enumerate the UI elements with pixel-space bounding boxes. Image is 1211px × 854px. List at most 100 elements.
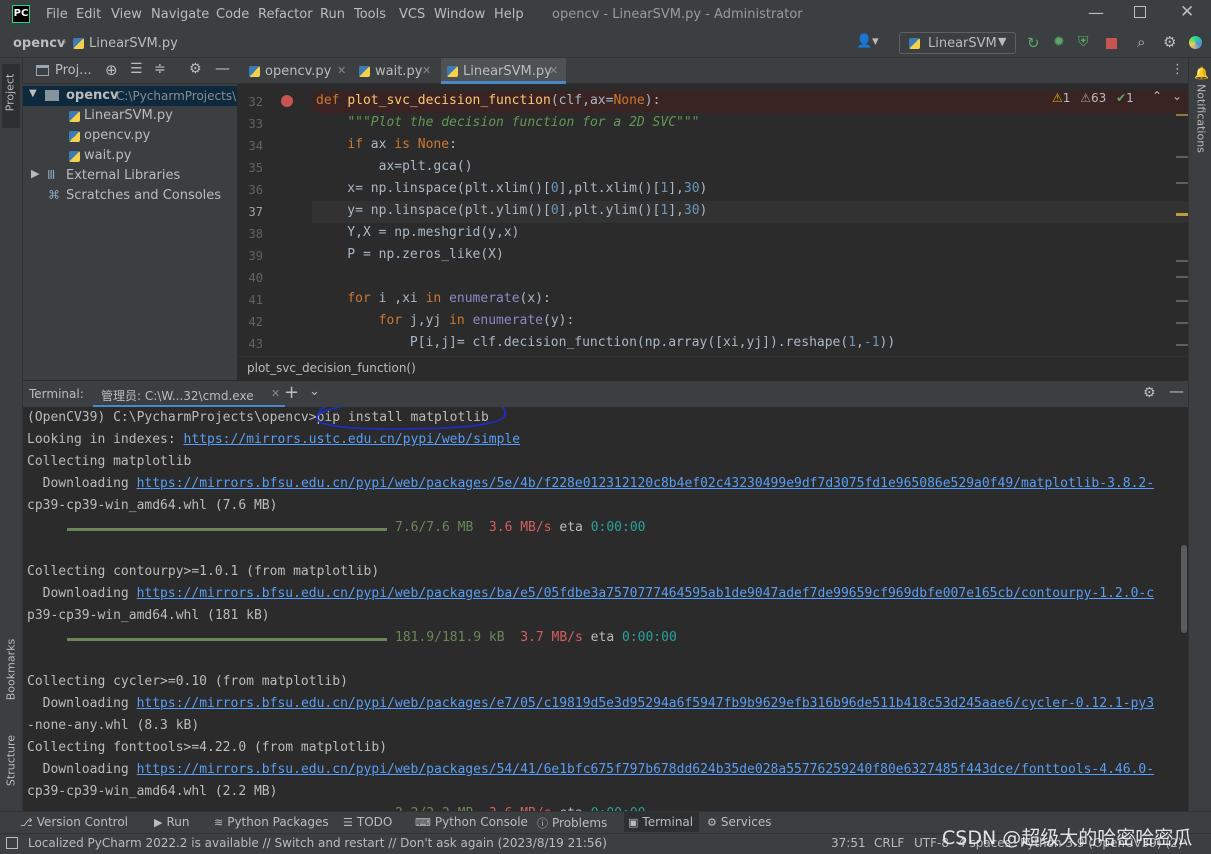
menu-code[interactable]: Code (216, 7, 249, 22)
tool-tab-terminal[interactable]: ▣ Terminal (624, 812, 700, 832)
download-line-cont: p39-cp39-win_amd64.whl (181 kB) (27, 608, 270, 623)
minimize-button[interactable]: — (1088, 3, 1104, 22)
menu-tools[interactable]: Tools (354, 7, 386, 22)
coverage-icon[interactable]: ⛨ (1078, 34, 1089, 50)
download-url-link[interactable]: https://mirrors.bfsu.edu.cn/pypi/web/pac… (137, 696, 1154, 711)
bookmarks-tool-button[interactable]: Bookmarks (0, 633, 22, 713)
terminal-output[interactable]: (OpenCV39) C:\PycharmProjects\opencv>pip… (23, 407, 1188, 811)
terminal-session-tab[interactable]: 管理员: C:\W...32\cmd.exe ✕ (93, 381, 285, 407)
progress-info: 7.6/7.6 MB 3.6 MB/s eta 0:00:00 (395, 520, 645, 535)
python-packages-icon: ≋ (214, 816, 224, 829)
terminal-scrollbar-thumb[interactable] (1181, 545, 1187, 633)
tree-file-label: wait.py (84, 148, 132, 163)
status-message[interactable]: Localized PyCharm 2022.2 is available //… (28, 836, 607, 850)
project-tool-window-button[interactable]: Project (2, 64, 20, 128)
tool-tab-python-packages[interactable]: ≋ Python Packages (214, 815, 329, 829)
tree-file-item[interactable]: opencv.py (23, 126, 237, 146)
terminal-hide-icon[interactable]: — (1169, 382, 1184, 400)
tool-tab-version-control[interactable]: ⎇ Version Control (20, 815, 128, 829)
rerun-icon[interactable]: ↻ (1027, 34, 1040, 52)
menu-refactor[interactable]: Refactor (258, 7, 313, 22)
tool-tab-todo[interactable]: ☰ TODO (343, 815, 392, 829)
weak-warnings-count: 63 (1091, 91, 1107, 105)
user-icon[interactable]: 👤▾ (856, 34, 879, 49)
next-highlight-chevron-icon[interactable]: ⌄ (1172, 89, 1182, 103)
code-line: """Plot the decision function for a 2D S… (347, 115, 700, 130)
close-tab-icon[interactable]: ✕ (422, 64, 431, 77)
tool-tab-services[interactable]: ⚙ Services (707, 815, 771, 829)
search-icon[interactable]: ⌕ (1137, 33, 1145, 51)
terminal-label: Terminal: (29, 387, 84, 401)
close-tab-icon[interactable]: ✕ (271, 387, 280, 400)
close-tab-icon[interactable]: ✕ (549, 64, 558, 77)
download-line: Downloading https://mirrors.bfsu.edu.cn/… (27, 586, 1154, 601)
status-expand-icon[interactable] (6, 837, 18, 849)
close-tab-icon[interactable]: ✕ (337, 64, 346, 77)
stop-icon[interactable] (1106, 38, 1117, 49)
menu-run[interactable]: Run (320, 7, 345, 22)
jetbrains-logo-icon[interactable] (1189, 36, 1202, 49)
code-breadcrumb[interactable]: plot_svc_decision_function() (237, 356, 1188, 380)
terminal-gear-icon[interactable]: ⚙ (1143, 385, 1156, 401)
download-url-link[interactable]: https://mirrors.bfsu.edu.cn/pypi/web/pac… (137, 586, 1154, 601)
download-url-link[interactable]: https://mirrors.bfsu.edu.cn/pypi/web/pac… (137, 476, 1154, 491)
external-libraries-item[interactable]: ▶ Ⅲ External Libraries (23, 166, 237, 186)
tree-file-item[interactable]: wait.py (23, 146, 237, 166)
previous-highlight-chevron-icon[interactable]: ⌃ (1152, 89, 1162, 103)
breadcrumb-project[interactable]: opencv (13, 36, 66, 51)
tree-root[interactable]: ▼ opencv C:\PycharmProjects\o (23, 86, 237, 106)
menu-window[interactable]: Window (434, 7, 485, 22)
collapsed-arrow-icon[interactable]: ▶ (31, 167, 39, 180)
hand-drawn-highlight-circle (316, 407, 506, 430)
new-terminal-plus-icon[interactable]: + (284, 382, 299, 403)
panel-gear-icon[interactable]: ⚙ (189, 61, 202, 77)
download-url-link[interactable]: https://mirrors.bfsu.edu.cn/pypi/web/pac… (137, 762, 1154, 777)
scratches-item[interactable]: ⌘ Scratches and Consoles (23, 186, 237, 206)
tool-tab-python-console[interactable]: ⌨ Python Console (415, 815, 528, 829)
project-panel-title[interactable]: Proj... (55, 63, 92, 78)
tool-tab-problems[interactable]: ⓘ Problems (537, 815, 607, 831)
python-console-icon: ⌨ (415, 816, 431, 829)
progress-bar (67, 528, 387, 531)
expand-arrow-icon[interactable]: ▼ (29, 88, 37, 99)
editor-more-icon[interactable]: ⋮ (1171, 62, 1184, 77)
breakpoint-icon[interactable] (281, 95, 293, 107)
tab-linearsvm-active[interactable]: LinearSVM.py ✕ (441, 58, 566, 84)
tree-file-label: LinearSVM.py (84, 108, 173, 123)
locate-target-icon[interactable]: ⊕ (105, 61, 118, 79)
collapse-all-icon[interactable]: ≑ (154, 61, 166, 77)
menu-vcs[interactable]: VCS (399, 7, 425, 22)
menu-view[interactable]: View (111, 7, 142, 22)
terminal-dropdown-chevron-icon[interactable]: ⌄ (309, 384, 320, 399)
panel-hide-icon[interactable]: — (215, 59, 230, 77)
close-window-button[interactable]: ✕ (1180, 2, 1194, 22)
breadcrumb-function[interactable]: plot_svc_decision_function() (247, 361, 416, 375)
menu-navigate[interactable]: Navigate (151, 7, 209, 22)
notifications-strip-label[interactable]: Notifications (1195, 75, 1208, 163)
maximize-button[interactable] (1134, 6, 1146, 18)
expand-all-icon[interactable]: ☰ (130, 61, 143, 77)
line-number: 34 (248, 139, 263, 153)
tool-tab-label: Run (166, 815, 190, 829)
tool-tab-run[interactable]: ▶ Run (154, 815, 189, 829)
breadcrumb-file[interactable]: LinearSVM.py (89, 36, 178, 51)
tree-file-item[interactable]: LinearSVM.py (23, 106, 237, 126)
right-tool-strip: 🔔 Notifications (1188, 58, 1211, 811)
line-separator[interactable]: CRLF (874, 836, 904, 850)
menu-edit[interactable]: Edit (76, 7, 101, 22)
settings-gear-icon[interactable]: ⚙ (1163, 33, 1176, 51)
tab-opencv[interactable]: opencv.py ✕ (245, 58, 355, 84)
tab-wait[interactable]: wait.py ✕ (355, 58, 440, 84)
todo-icon: ☰ (343, 816, 353, 829)
eta-label: eta (551, 520, 591, 535)
structure-tool-button[interactable]: Structure (0, 730, 22, 800)
caret-position[interactable]: 37:51 (831, 836, 866, 850)
line-number: 39 (248, 249, 263, 263)
code-line: for i ,xi in enumerate(x): (347, 291, 551, 306)
menu-file[interactable]: File (46, 7, 68, 22)
error-stripe[interactable] (1176, 110, 1188, 356)
progress-bar (67, 638, 387, 641)
run-config-dropdown[interactable]: LinearSVM ▼ (899, 32, 1016, 54)
menu-help[interactable]: Help (494, 7, 524, 22)
debug-icon[interactable]: ✹ (1053, 34, 1065, 50)
